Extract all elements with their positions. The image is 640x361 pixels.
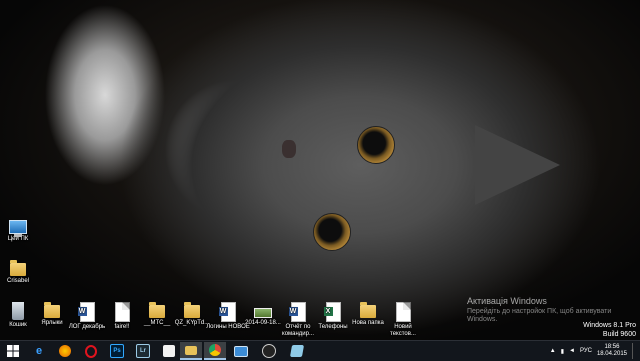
desktop-icon-label: Отчёт по командир... xyxy=(282,324,314,337)
folder-icon xyxy=(185,345,197,355)
show-desktop-button[interactable] xyxy=(632,343,636,359)
document-icon xyxy=(114,302,130,322)
desktop-icon-label: Телефоны xyxy=(318,324,348,330)
image-icon xyxy=(254,308,272,318)
taskbar-ie[interactable]: e xyxy=(28,342,50,360)
system-tray: ▲ ▮ ◄ РУС 18:56 18.04.2015 xyxy=(550,342,636,360)
recycle-bin-icon xyxy=(12,302,24,320)
taskbar-photoshop[interactable]: Ps xyxy=(106,342,128,360)
taskbar-chrome[interactable] xyxy=(204,342,226,360)
taskbar-paint[interactable] xyxy=(158,342,180,360)
folder-icon xyxy=(360,302,376,318)
clock[interactable]: 18:56 18.04.2015 xyxy=(597,344,627,358)
opera-icon xyxy=(85,344,97,358)
firefox-icon xyxy=(59,345,71,357)
start-button[interactable] xyxy=(2,342,24,360)
desktop-icon-this-pc[interactable]: Цей ПК xyxy=(0,218,40,243)
watermark-line: Перейдіть до настройок ПК, щоб активуват… xyxy=(467,308,612,315)
desktop-icon-label: faire!! xyxy=(114,324,130,330)
volume-icon[interactable]: ◄ xyxy=(569,348,575,354)
desktop-icon-novyi-tekst[interactable]: Новий текстов... xyxy=(381,302,425,338)
taskbar-file-explorer[interactable] xyxy=(180,342,202,360)
network-icon[interactable]: ▮ xyxy=(561,348,564,355)
os-edition: Windows 8.1 Pro xyxy=(583,322,636,329)
folder-icon xyxy=(44,302,60,318)
taskbar-lightroom[interactable]: Lr xyxy=(132,342,154,360)
desktop-icon-label: QZ_KYpTd... xyxy=(174,320,210,326)
clock-time: 18:56 xyxy=(604,344,620,350)
wallpaper-cat-eye xyxy=(357,126,395,164)
desktop-icon-label: Кошик xyxy=(9,322,27,328)
show-hidden-icons-icon[interactable]: ▲ xyxy=(550,348,556,354)
paint-icon xyxy=(163,345,175,357)
internet-explorer-icon: e xyxy=(35,345,43,357)
desktop-icon-label: Новий текстов... xyxy=(390,324,416,337)
snipping-tool-icon xyxy=(289,345,305,357)
taskbar-snipping[interactable] xyxy=(286,342,308,360)
wallpaper-cat-nose xyxy=(282,140,296,158)
watermark-title: Активація Windows xyxy=(467,296,547,306)
chrome-icon xyxy=(209,344,221,356)
desktop-wallpaper xyxy=(0,0,640,340)
os-version-info: Windows 8.1 Pro Build 9600 xyxy=(583,321,636,339)
folder-icon xyxy=(149,302,165,318)
folder-icon xyxy=(10,260,26,276)
monitor-icon xyxy=(234,345,248,357)
wallpaper-cat-ear xyxy=(475,125,560,205)
excel-doc-icon xyxy=(323,302,341,322)
lightroom-icon: Lr xyxy=(136,344,150,358)
taskbar-remote-desktop[interactable] xyxy=(230,342,252,360)
taskbar: e Ps Lr ▲ ▮ ◄ РУС 18:56 18.04.2015 xyxy=(0,340,640,361)
word-doc-icon xyxy=(77,302,95,322)
os-build: Build 9600 xyxy=(602,331,636,338)
desktop-icon-label: Нова папка xyxy=(352,320,384,326)
pc-icon xyxy=(9,220,27,237)
document-icon xyxy=(395,302,411,322)
desktop-icon-crisabel[interactable]: Crisabel xyxy=(0,260,40,285)
windows-logo-icon xyxy=(7,345,19,357)
taskbar-opera[interactable] xyxy=(80,342,102,360)
word-doc-icon xyxy=(218,302,236,322)
desktop-icon-label: __МТС__ xyxy=(143,320,171,326)
taskbar-obs[interactable] xyxy=(258,342,280,360)
desktop-icon-label: Ярлыки xyxy=(41,320,63,326)
photoshop-icon: Ps xyxy=(110,344,124,358)
language-indicator[interactable]: РУС xyxy=(580,348,592,354)
clock-date: 18.04.2015 xyxy=(596,351,627,357)
activation-watermark: Активація Windows Перейдіть до настройок… xyxy=(467,296,627,324)
obs-icon xyxy=(262,344,276,358)
word-doc-icon xyxy=(288,302,306,322)
folder-icon xyxy=(184,302,200,318)
wallpaper-cat-eye xyxy=(313,213,351,251)
taskbar-firefox[interactable] xyxy=(54,342,76,360)
desktop-icon-label: Crisabel xyxy=(6,278,29,284)
